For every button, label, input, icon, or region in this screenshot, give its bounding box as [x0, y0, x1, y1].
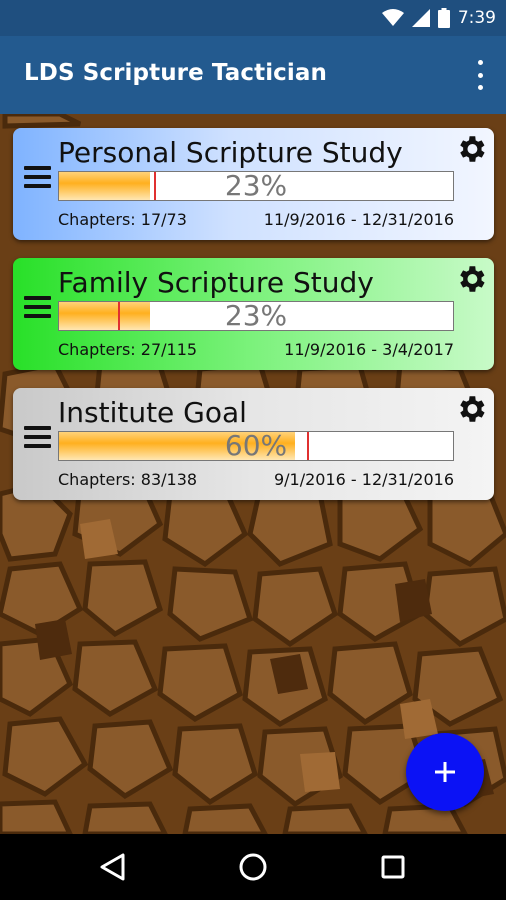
date-range: 9/1/2016 - 12/31/2016: [273, 470, 454, 489]
progress-bar: 23%: [58, 299, 454, 332]
add-icon: [435, 762, 455, 782]
progress-percent: 23%: [224, 169, 288, 202]
progress-bar: 23%: [58, 169, 454, 202]
goal-title: Personal Scripture Study: [58, 136, 403, 169]
goal-card[interactable]: Personal Scripture Study 23% Chapters: 1…: [13, 128, 494, 240]
wifi-icon: [381, 9, 404, 26]
gear-icon[interactable]: [454, 262, 488, 296]
chapters-count: Chapters: 27/115: [58, 340, 198, 359]
gear-icon[interactable]: [454, 392, 488, 426]
chapters-count: Chapters: 17/73: [58, 210, 187, 229]
clock: 7:39: [457, 8, 496, 28]
status-bar: 7:39: [0, 0, 506, 36]
app-title: LDS Scripture Tactician: [24, 60, 327, 86]
goal-title: Institute Goal: [58, 396, 247, 429]
signal-icon: [411, 9, 430, 27]
progress-bar: 60%: [58, 429, 454, 462]
add-goal-button[interactable]: [406, 733, 484, 811]
goal-card[interactable]: Family Scripture Study 23% Chapters: 27/…: [13, 258, 494, 370]
date-range: 11/9/2016 - 12/31/2016: [263, 210, 454, 229]
date-range: 11/9/2016 - 3/4/2017: [284, 340, 454, 359]
drag-handle-icon[interactable]: [24, 166, 51, 188]
drag-handle-icon[interactable]: [24, 426, 51, 448]
home-icon[interactable]: [236, 850, 270, 884]
drag-handle-icon[interactable]: [24, 296, 51, 318]
back-icon[interactable]: [96, 850, 130, 884]
status-icons: 7:39: [381, 7, 496, 29]
progress-percent: 60%: [224, 429, 288, 462]
progress-percent: 23%: [224, 299, 288, 332]
goal-title: Family Scripture Study: [58, 266, 374, 299]
app-bar: LDS Scripture Tactician: [0, 36, 506, 114]
gear-icon[interactable]: [454, 132, 488, 166]
goal-list: Personal Scripture Study 23% Chapters: 1…: [0, 114, 506, 834]
navigation-bar: [0, 834, 506, 900]
goal-card[interactable]: Institute Goal 60% Chapters: 83/138 9/1/…: [13, 388, 494, 500]
recents-icon[interactable]: [376, 850, 410, 884]
battery-icon: [437, 8, 450, 28]
chapters-count: Chapters: 83/138: [58, 470, 198, 489]
more-vert-icon[interactable]: [474, 60, 486, 90]
